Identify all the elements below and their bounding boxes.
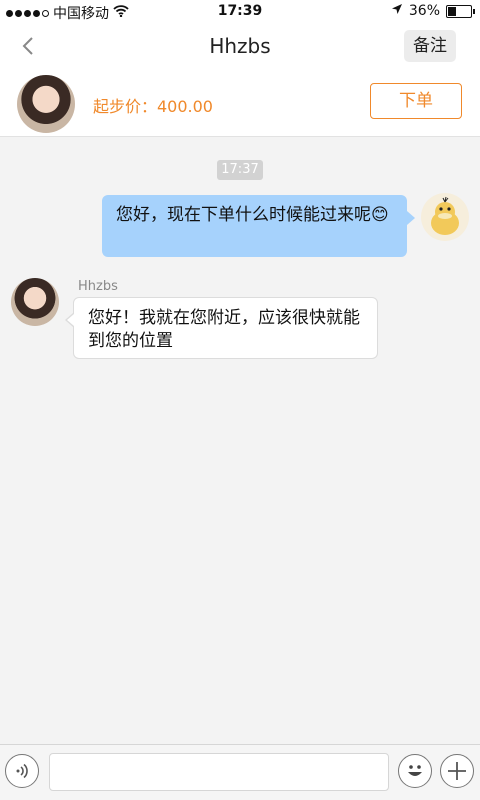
- emoji-button[interactable]: [398, 754, 432, 788]
- order-bar: 起步价：400.00 下单: [0, 68, 480, 137]
- input-bar: [0, 744, 480, 800]
- sender-name: Hhzbs: [78, 279, 118, 294]
- plus-icon: [448, 762, 466, 780]
- seller-avatar[interactable]: [17, 75, 75, 133]
- status-right: 36%: [391, 3, 475, 19]
- my-avatar[interactable]: [421, 193, 469, 241]
- smiley-icon: [408, 765, 422, 776]
- message-timestamp: 17:37: [217, 160, 263, 180]
- incoming-message-bubble[interactable]: 您好！我就在您附近，应该很快就能到您的位置: [65, 297, 378, 359]
- starting-price: 起步价：400.00: [93, 97, 213, 116]
- more-button[interactable]: [440, 754, 474, 788]
- nav-bar: Hhzbs 备注: [0, 24, 480, 68]
- duck-avatar-icon: [431, 196, 459, 235]
- battery-percent: 36%: [408, 3, 440, 19]
- message-input[interactable]: [49, 753, 389, 791]
- location-arrow-icon: [391, 3, 403, 19]
- note-button[interactable]: 备注: [404, 30, 456, 62]
- voice-input-button[interactable]: [5, 754, 39, 788]
- contact-avatar[interactable]: [11, 278, 59, 326]
- place-order-button[interactable]: 下单: [370, 83, 462, 119]
- voice-icon: [16, 763, 28, 779]
- battery-icon: [446, 4, 475, 18]
- outgoing-message-bubble[interactable]: 您好，现在下单什么时候能过来呢😊: [102, 195, 415, 257]
- status-bar: 中国移动 17:39 36%: [0, 0, 480, 24]
